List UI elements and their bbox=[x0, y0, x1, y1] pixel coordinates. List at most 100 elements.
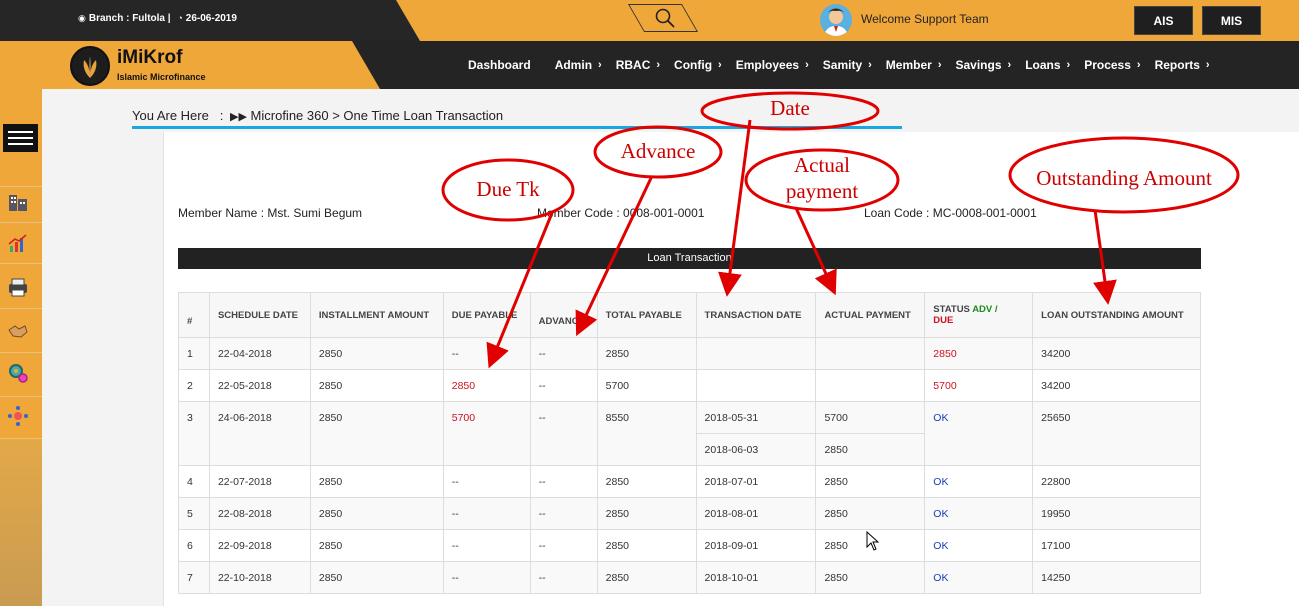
annotation-date: Date bbox=[770, 96, 810, 120]
sidebar-divider bbox=[0, 186, 42, 187]
nav-member[interactable]: Member › bbox=[886, 58, 942, 72]
cell-installment: 2850 bbox=[309, 561, 444, 594]
cell-transaction-date: 2018-05-31 bbox=[695, 401, 817, 434]
nav-loans[interactable]: Loans › bbox=[1025, 58, 1070, 72]
cell-outstanding: 25650 bbox=[1032, 401, 1201, 466]
handshake-icon[interactable] bbox=[6, 320, 30, 344]
nav-label: Samity bbox=[822, 58, 863, 72]
cell-schedule-date: 22-10-2018 bbox=[208, 561, 311, 594]
cell-actual-payment: 2850 bbox=[815, 497, 926, 530]
avatar[interactable] bbox=[820, 4, 852, 36]
cell-advance: -- bbox=[529, 401, 598, 466]
nav-reports[interactable]: Reports › bbox=[1155, 58, 1210, 72]
nav-label: Process bbox=[1084, 58, 1131, 72]
cell-due-payable: -- bbox=[442, 337, 531, 370]
search-icon[interactable] bbox=[653, 6, 677, 30]
nav-label: Config bbox=[674, 58, 713, 72]
nav-label: Employees bbox=[735, 58, 800, 72]
col-loan-outstanding: LOAN OUTSTANDING AMOUNT bbox=[1032, 292, 1201, 338]
branch-label: Branch : Fultola | bbox=[88, 13, 171, 24]
nav-config[interactable]: Config › bbox=[674, 58, 722, 72]
member-code: Member Code : 0008-001-0001 bbox=[537, 206, 705, 220]
logo-name[interactable]: iMiKrof bbox=[117, 47, 182, 69]
cell-due-payable: -- bbox=[442, 561, 531, 594]
nav-label: Savings bbox=[955, 58, 1002, 72]
breadcrumb-path[interactable]: ▶▶ Microfine 360 > One Time Loan Transac… bbox=[230, 108, 503, 123]
table-row: 2 22-05-2018 2850 2850 -- 5700 5700 3420… bbox=[178, 369, 1201, 402]
cell-schedule-date: 22-05-2018 bbox=[208, 369, 311, 402]
branch-info: ◉ Branch : Fultola | ◔ 26-06-2019 bbox=[78, 13, 237, 24]
cell-total-payable: 2850 bbox=[596, 497, 697, 530]
printer-icon[interactable] bbox=[6, 276, 30, 300]
col-installment-amount: INSTALLMENT AMOUNT bbox=[309, 292, 444, 338]
chevron-right-icon: › bbox=[805, 59, 809, 71]
sidebar-divider bbox=[0, 308, 42, 309]
sidebar-divider bbox=[0, 352, 42, 353]
cell-installment: 2850 bbox=[309, 337, 444, 370]
cell-advance: -- bbox=[529, 465, 598, 498]
sidebar-divider bbox=[0, 396, 42, 397]
cell-status: OK bbox=[924, 497, 1034, 530]
status-label: STATUS bbox=[933, 304, 970, 315]
settings-gear-icon[interactable] bbox=[6, 362, 30, 386]
table-row: 5 22-08-2018 2850 -- -- 2850 2018-08-01 … bbox=[178, 497, 1201, 530]
annotation-outstanding: Outstanding Amount bbox=[1036, 166, 1212, 190]
cell-advance: -- bbox=[529, 369, 598, 402]
chart-icon[interactable] bbox=[6, 232, 30, 256]
cell-transaction-date: 2018-10-01 bbox=[695, 561, 817, 594]
cell-due-payable: -- bbox=[442, 497, 531, 530]
cell-transaction-date: 2018-09-01 bbox=[695, 529, 817, 562]
nav-employees[interactable]: Employees › bbox=[736, 58, 809, 72]
cell-outstanding: 19950 bbox=[1032, 497, 1201, 530]
cell-transaction-date: 2018-08-01 bbox=[695, 497, 817, 530]
sidebar-divider bbox=[0, 222, 42, 223]
building-icon[interactable] bbox=[6, 191, 30, 215]
cell-schedule-date: 22-04-2018 bbox=[208, 337, 311, 370]
cell-total-payable: 2850 bbox=[596, 337, 697, 370]
nav-dashboard[interactable]: Dashboard bbox=[468, 58, 531, 72]
nav-admin[interactable]: Admin › bbox=[555, 58, 602, 72]
hamburger-menu-icon[interactable] bbox=[3, 124, 38, 152]
cell-status: OK bbox=[924, 465, 1034, 498]
cell-due-payable: -- bbox=[442, 465, 531, 498]
cell-actual-payment: 2850 bbox=[815, 465, 926, 498]
mis-button[interactable]: MIS bbox=[1202, 6, 1261, 35]
nav-label: Loans bbox=[1025, 58, 1061, 72]
network-icon[interactable] bbox=[6, 405, 30, 429]
member-name: Member Name : Mst. Sumi Begum bbox=[178, 206, 363, 220]
chevron-right-icon: › bbox=[868, 59, 872, 71]
cell-due-payable: -- bbox=[442, 529, 531, 562]
chevron-right-icon: › bbox=[598, 59, 602, 71]
cell-actual-payment: 2850 bbox=[815, 561, 926, 594]
logo-leaf-icon[interactable] bbox=[70, 46, 110, 86]
cell-advance: -- bbox=[529, 529, 598, 562]
breadcrumb-label: You Are Here : bbox=[132, 108, 223, 123]
chevron-right-icon: › bbox=[1066, 59, 1071, 71]
cell-transaction-date: 2018-06-03 bbox=[695, 433, 817, 466]
nav-label: Admin bbox=[554, 58, 593, 72]
col-advance: ADVANCE bbox=[529, 292, 598, 338]
cell-total-payable: 5700 bbox=[596, 369, 697, 402]
nav-process[interactable]: Process › bbox=[1084, 58, 1140, 72]
globe-icon: ◉ bbox=[78, 13, 86, 23]
breadcrumb-label-text: You Are Here bbox=[132, 108, 209, 123]
cell-transaction-date bbox=[695, 369, 817, 402]
cell-number: 4 bbox=[178, 465, 210, 498]
cell-number: 2 bbox=[178, 369, 210, 402]
chevron-right-icon: › bbox=[937, 59, 942, 71]
breadcrumb-path-text: Microfine 360 > One Time Loan Transactio… bbox=[250, 108, 504, 123]
nav-savings[interactable]: Savings › bbox=[955, 58, 1011, 72]
cell-advance: -- bbox=[529, 497, 598, 530]
cell-status: OK bbox=[924, 529, 1034, 562]
nav-samity[interactable]: Samity › bbox=[823, 58, 872, 72]
cell-advance: -- bbox=[529, 337, 598, 370]
cell-installment: 2850 bbox=[309, 465, 444, 498]
table-row: 4 22-07-2018 2850 -- -- 2850 2018-07-01 … bbox=[178, 465, 1201, 498]
col-actual-payment: ACTUAL PAYMENT bbox=[815, 292, 926, 338]
col-due-payable: DUE PAYABLE bbox=[442, 292, 531, 338]
ais-button[interactable]: AIS bbox=[1134, 6, 1193, 35]
nav-rbac[interactable]: RBAC › bbox=[616, 58, 660, 72]
loan-transaction-table: # SCHEDULE DATE INSTALLMENT AMOUNT DUE P… bbox=[178, 292, 1201, 594]
chevron-right-icon: › bbox=[1007, 59, 1012, 71]
nav-label: Dashboard bbox=[468, 58, 531, 72]
